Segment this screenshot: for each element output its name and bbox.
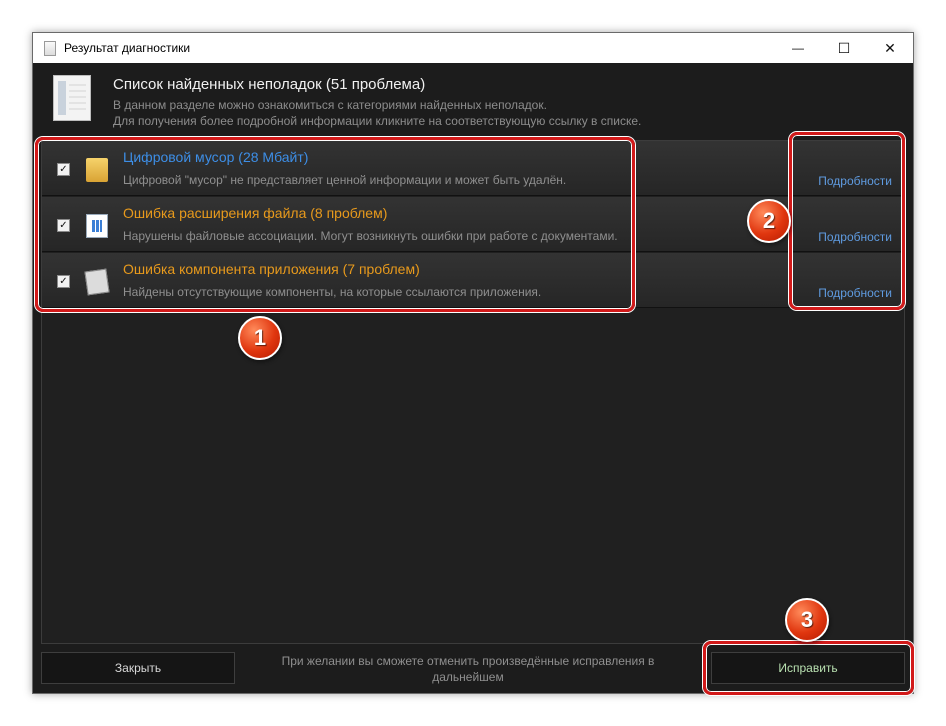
title-bar: Результат диагностики — ☐ ✕ [33,33,913,63]
close-window-button[interactable]: ✕ [867,33,913,63]
minimize-button[interactable]: — [775,33,821,63]
undo-note: При желании вы сможете отменить произвед… [281,654,655,684]
step-badge-1: 1 [238,316,282,360]
highlight-fix-button [703,641,914,695]
description-line-1: В данном разделе можно ознакомиться с ка… [113,98,547,112]
highlight-details-links [789,132,905,310]
page-description: В данном разделе можно ознакомиться с ка… [113,97,641,129]
step-badge-3: 3 [785,598,829,642]
close-icon: ✕ [884,39,896,56]
window-title: Результат диагностики [64,41,191,55]
close-button[interactable]: Закрыть [41,652,235,684]
diagnostics-window: Результат диагностики — ☐ ✕ Список найде… [32,32,914,694]
minimize-icon: — [792,41,804,55]
header: Список найденных неполадок (51 проблема)… [33,63,913,139]
maximize-button[interactable]: ☐ [821,33,867,63]
highlight-items [35,137,635,312]
document-icon [53,75,91,121]
maximize-icon: ☐ [837,39,851,56]
step-badge-2: 2 [747,199,791,243]
page-title: Список найденных неполадок (51 проблема) [113,76,426,93]
app-icon [44,40,56,56]
description-line-2: Для получения более подробной информации… [113,114,642,128]
